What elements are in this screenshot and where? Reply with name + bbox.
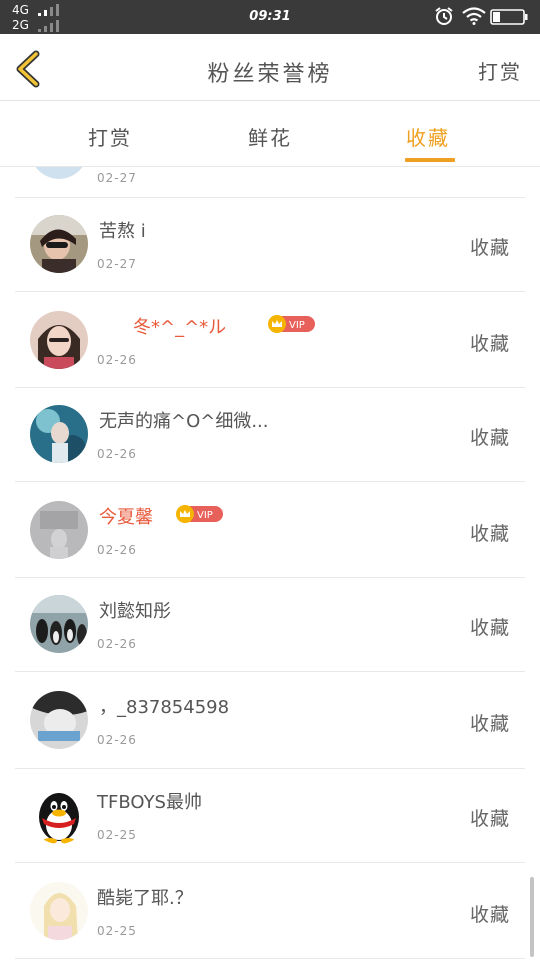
avatar — [30, 595, 88, 653]
follow-date: 02-25 — [97, 828, 137, 842]
avatar — [30, 311, 88, 369]
user-name: 酷毙了耶.？ — [97, 888, 193, 909]
follow-date: 02-26 — [97, 637, 137, 651]
list-item[interactable]: TFBOYS最帅 02-25 收藏 — [15, 768, 525, 863]
follow-date: 02-27 — [97, 171, 137, 185]
follow-date: 02-26 — [97, 543, 137, 557]
list-item[interactable]: 冬*^_^*ル VIP 02-26 收藏 — [15, 291, 525, 388]
status-time: 09:31 — [249, 9, 291, 24]
action-label: 收藏 — [469, 617, 510, 639]
vip-badge: VIP — [176, 505, 223, 523]
user-name: TFBOYS最帅 — [97, 792, 202, 813]
action-label: 收藏 — [469, 904, 510, 926]
action-label: 收藏 — [469, 427, 510, 449]
tab-reward[interactable]: 打赏 — [88, 122, 132, 151]
follow-date: 02-26 — [97, 733, 137, 747]
avatar — [30, 215, 88, 273]
follow-date: 02-27 — [97, 257, 137, 271]
user-name: 苦熬 i — [99, 221, 146, 242]
avatar — [30, 405, 88, 463]
action-label: 收藏 — [469, 333, 510, 355]
wifi-icon — [462, 7, 486, 25]
follow-date: 02-25 — [97, 924, 137, 938]
list-item-partial[interactable]: 02-27 — [15, 167, 525, 198]
action-label: 收藏 — [469, 713, 510, 735]
active-tab-indicator — [405, 158, 455, 162]
list-item[interactable]: ，_837854598 02-26 收藏 — [15, 671, 525, 769]
reward-button[interactable]: 打赏 — [478, 56, 522, 85]
action-label: 收藏 — [469, 237, 510, 259]
avatar — [30, 167, 88, 179]
nav-bar: 粉丝荣誉榜 打赏 — [0, 34, 540, 101]
vip-badge: VIP — [268, 315, 315, 333]
scrollbar[interactable] — [530, 877, 534, 957]
tab-bar: 打赏 鲜花 收藏 — [0, 101, 540, 167]
action-label: 收藏 — [469, 808, 510, 830]
list-item[interactable]: 无声的痛^O^细微... 02-26 收藏 — [15, 387, 525, 482]
follow-date: 02-26 — [97, 447, 137, 461]
fan-list[interactable]: 02-27 苦熬 i 02-27 收藏 冬*^_^*ル VIP 02-26 收藏… — [0, 167, 540, 960]
follow-date: 02-26 — [97, 353, 137, 367]
user-name: 冬*^_^*ル — [133, 317, 227, 338]
user-name: 刘懿知彤 — [99, 601, 171, 622]
list-item[interactable]: 酷毙了耶.？ 02-25 收藏 — [15, 862, 525, 959]
page-title: 粉丝荣誉榜 — [207, 62, 333, 87]
vip-label: VIP — [289, 320, 305, 331]
status-bar: 4G 2G 09:31 — [0, 0, 540, 34]
avatar — [30, 691, 88, 749]
avatar — [30, 501, 88, 559]
user-name: 无声的痛^O^细微... — [99, 411, 269, 432]
tab-collect[interactable]: 收藏 — [406, 122, 450, 151]
list-item[interactable]: 苦熬 i 02-27 收藏 — [15, 197, 525, 292]
vip-label: VIP — [197, 510, 213, 521]
user-name: ，_837854598 — [99, 697, 230, 718]
user-name: 今夏馨 — [99, 507, 153, 528]
list-item[interactable]: 刘懿知彤 02-26 收藏 — [15, 577, 525, 672]
action-label: 收藏 — [469, 523, 510, 545]
avatar — [30, 786, 88, 844]
list-item[interactable]: 今夏馨 VIP 02-26 收藏 — [15, 481, 525, 578]
avatar — [30, 882, 88, 940]
battery-icon — [490, 9, 528, 25]
tab-flower[interactable]: 鲜花 — [248, 122, 292, 151]
alarm-icon — [435, 7, 453, 25]
